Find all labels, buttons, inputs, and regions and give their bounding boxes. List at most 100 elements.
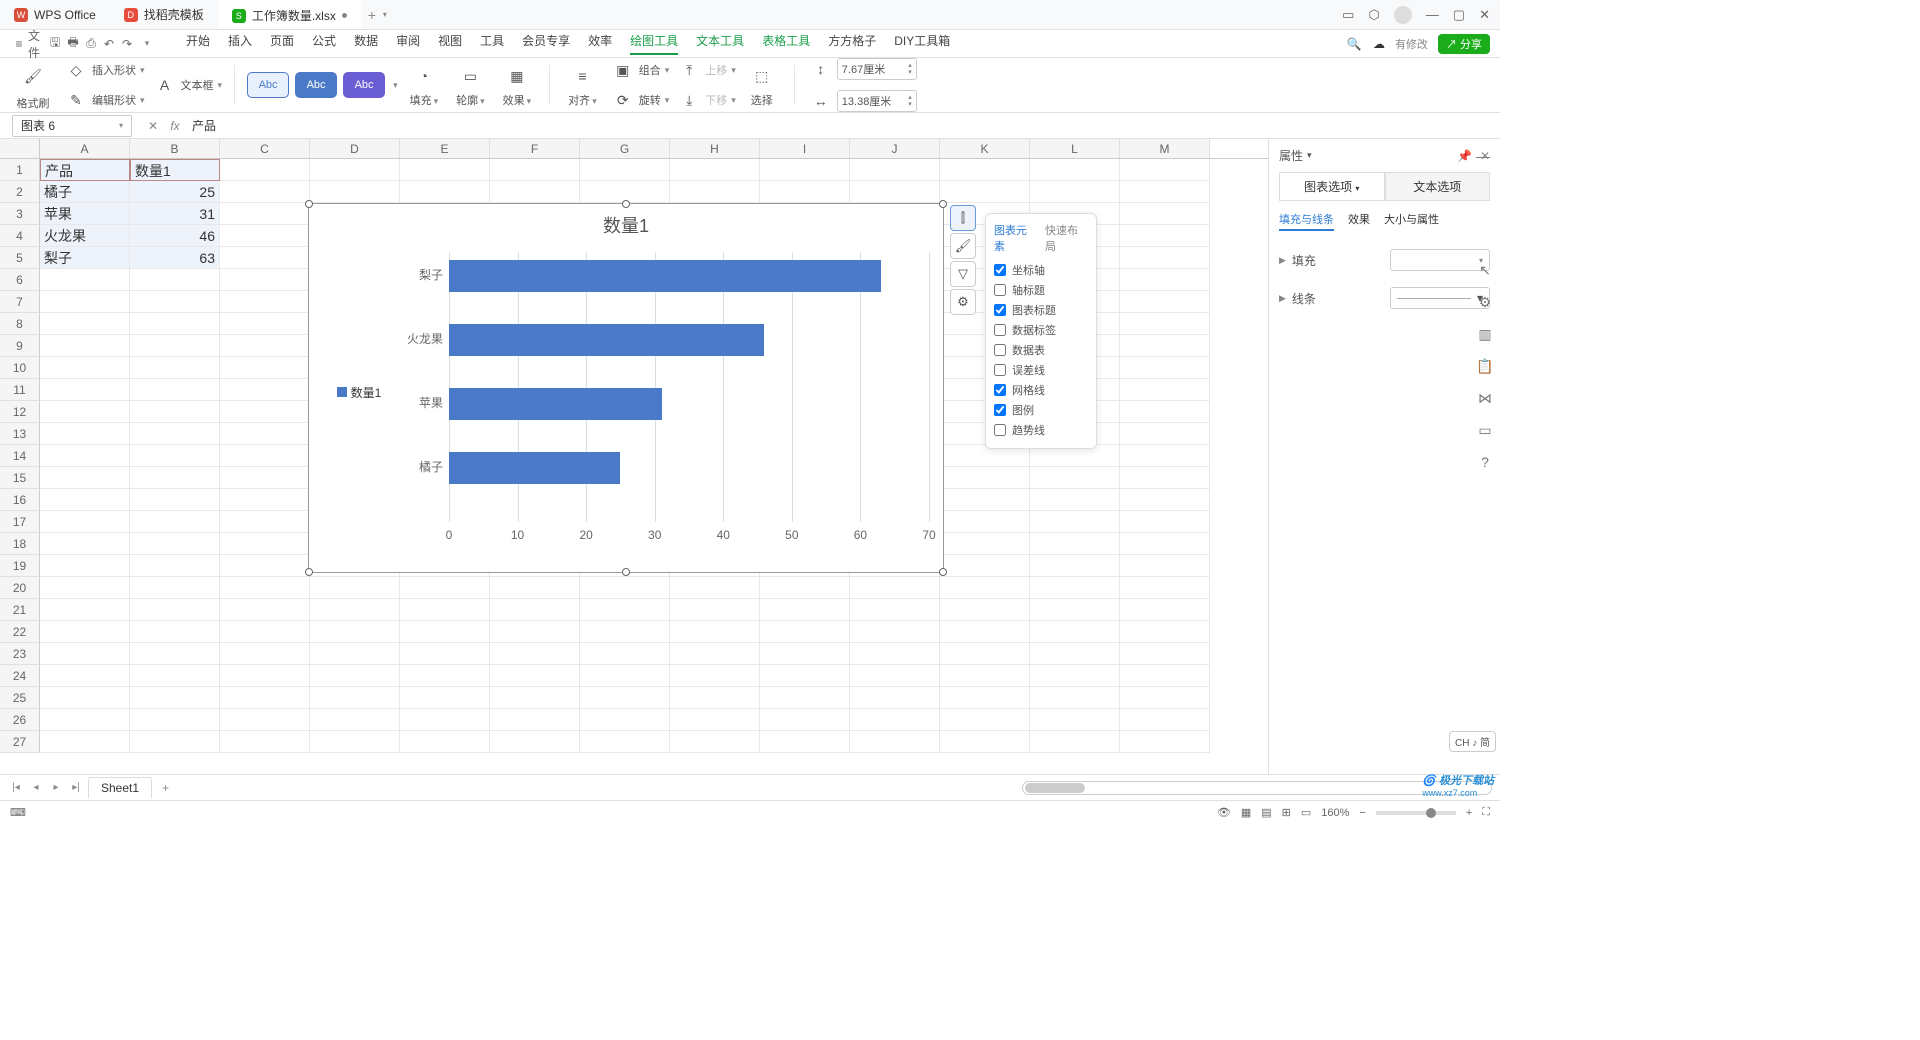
app-tab-wps[interactable]: WWPS Office [0,0,110,29]
chart-element-option[interactable]: 误差线 [994,360,1088,380]
col-header[interactable]: M [1120,139,1210,158]
cell[interactable] [940,731,1030,753]
chart-title[interactable]: 数量1 [309,204,943,242]
app-tab-docer[interactable]: D找稻壳模板 [110,0,218,29]
chart-element-option[interactable]: 网格线 [994,380,1088,400]
resize-handle[interactable] [622,568,630,576]
col-header[interactable]: B [130,139,220,158]
row-header[interactable]: 9 [0,335,40,357]
view-eye-icon[interactable]: 👁 [1217,806,1231,819]
menu-icon[interactable]: ≡ [10,35,28,53]
menu-绘图工具[interactable]: 绘图工具 [630,32,678,55]
cell[interactable] [1120,357,1210,379]
chart-element-option[interactable]: 趋势线 [994,420,1088,440]
bar[interactable] [449,452,620,484]
cell[interactable] [1120,621,1210,643]
row-header[interactable]: 11 [0,379,40,401]
cell[interactable] [1120,445,1210,467]
cell[interactable] [940,577,1030,599]
settings-tool-icon[interactable]: ⚙ [1474,291,1496,313]
menu-开始[interactable]: 开始 [186,32,210,55]
avatar[interactable] [1394,6,1412,24]
style-preset-2[interactable]: Abc [295,72,337,98]
cell[interactable] [670,709,760,731]
cell[interactable] [40,291,130,313]
cell[interactable] [1030,489,1120,511]
align-icon[interactable]: ≡ [568,62,596,90]
cell[interactable] [670,665,760,687]
tab-text-options[interactable]: 文本选项 [1385,172,1491,201]
cell[interactable] [130,269,220,291]
subtab-effect[interactable]: 效果 [1348,211,1370,231]
cell[interactable] [1120,511,1210,533]
row-header[interactable]: 12 [0,401,40,423]
bar[interactable] [449,388,662,420]
cell[interactable] [130,291,220,313]
cell[interactable] [1120,489,1210,511]
style-preset-1[interactable]: Abc [247,72,289,98]
chart-element-option[interactable]: 图例 [994,400,1088,420]
resize-handle[interactable] [622,200,630,208]
cell[interactable] [1030,731,1120,753]
cell[interactable] [670,181,760,203]
chart-elements-button[interactable]: ⫿ [950,205,976,231]
cell[interactable] [670,577,760,599]
menu-页面[interactable]: 页面 [270,32,294,55]
cell[interactable] [130,357,220,379]
cell[interactable] [40,423,130,445]
cell[interactable] [1030,599,1120,621]
col-header[interactable]: E [400,139,490,158]
row-header[interactable]: 26 [0,709,40,731]
cell[interactable] [940,665,1030,687]
cell[interactable] [220,379,310,401]
cell[interactable]: 苹果 [40,203,130,225]
cell[interactable]: 梨子 [40,247,130,269]
row-header[interactable]: 16 [0,489,40,511]
preview-icon[interactable]: ⎙ [82,35,100,53]
cell[interactable] [40,269,130,291]
cell[interactable] [1120,247,1210,269]
cell[interactable] [940,709,1030,731]
cell[interactable] [130,731,220,753]
cell[interactable] [310,643,400,665]
cell[interactable] [220,709,310,731]
cell[interactable] [850,577,940,599]
cell[interactable] [130,379,220,401]
sheet-last-icon[interactable]: ▸| [68,782,84,793]
resize-handle[interactable] [939,200,947,208]
cell[interactable] [940,555,1030,577]
window-layout-icon[interactable]: ▭ [1342,7,1354,23]
menu-视图[interactable]: 视图 [438,32,462,55]
cell[interactable] [220,225,310,247]
cell[interactable] [130,621,220,643]
cell[interactable] [1030,555,1120,577]
new-tab-button[interactable]: + [361,7,383,23]
cell[interactable] [400,599,490,621]
cell[interactable] [130,643,220,665]
outline-icon[interactable]: ▭ [456,62,484,90]
cell[interactable] [220,621,310,643]
zoom-in-icon[interactable]: + [1466,807,1472,819]
cell[interactable]: 31 [130,203,220,225]
cell[interactable] [760,577,850,599]
cell[interactable] [1120,291,1210,313]
cell[interactable] [220,159,310,181]
cell[interactable] [670,643,760,665]
menu-文本工具[interactable]: 文本工具 [696,32,744,55]
cell[interactable] [40,467,130,489]
col-header[interactable]: A [40,139,130,158]
cell[interactable] [1120,709,1210,731]
row-header[interactable]: 5 [0,247,40,269]
name-box[interactable]: 图表 6▾ [12,115,132,137]
cell[interactable] [1120,401,1210,423]
cell[interactable] [1120,181,1210,203]
view-read-icon[interactable]: ▭ [1301,806,1311,819]
cell[interactable] [130,511,220,533]
zoom-out-icon[interactable]: − [1359,807,1365,819]
col-header[interactable]: H [670,139,760,158]
cell[interactable] [490,577,580,599]
cell[interactable] [940,489,1030,511]
cell[interactable] [1120,467,1210,489]
cell[interactable] [220,357,310,379]
page-icon[interactable]: ▭ [1474,419,1496,441]
